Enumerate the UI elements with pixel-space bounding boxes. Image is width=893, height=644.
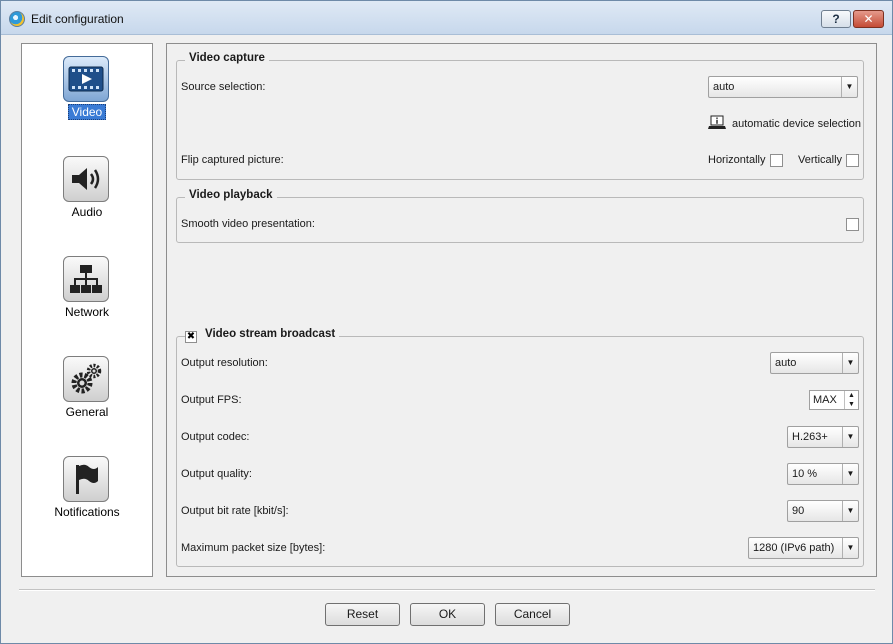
combo-value: 1280 (IPv6 path) — [753, 542, 835, 554]
spin-value: MAX — [813, 394, 837, 406]
sidebar-item-general[interactable]: General — [22, 354, 152, 434]
output-resolution-label: Output resolution: — [181, 357, 268, 369]
flag-icon — [63, 456, 109, 502]
video-playback-group: Video playback Smooth video presentation… — [176, 189, 864, 243]
edit-configuration-dialog: Edit configuration ? ✕ Video Audio Netwo… — [0, 0, 893, 644]
source-selection-label: Source selection: — [181, 81, 266, 93]
output-resolution-combo[interactable]: auto ▼ — [770, 352, 859, 374]
title-bar[interactable]: Edit configuration ? ✕ — [1, 1, 892, 35]
group-title: Video capture — [185, 52, 269, 64]
video-stream-broadcast-group: Video stream broadcast ✖ Output resoluti… — [176, 328, 864, 567]
network-icon — [63, 256, 109, 302]
combo-value: 10 % — [792, 468, 818, 480]
output-fps-label: Output FPS: — [181, 394, 242, 406]
combo-value: H.263+ — [792, 431, 828, 443]
chevron-down-icon: ▼ — [842, 427, 858, 447]
close-button[interactable]: ✕ — [853, 10, 884, 28]
output-bitrate-label: Output bit rate [kbit/s]: — [181, 505, 289, 517]
category-sidebar: Video Audio Network General Notification… — [21, 43, 153, 577]
sidebar-item-audio[interactable]: Audio — [22, 154, 152, 234]
combo-value: 90 — [792, 505, 805, 517]
reset-button[interactable]: Reset — [325, 603, 400, 626]
button-separator — [19, 589, 875, 591]
output-bitrate-combo[interactable]: 90 ▼ — [787, 500, 859, 522]
sidebar-item-label: Notifications — [54, 505, 120, 519]
chevron-down-icon: ▼ — [842, 501, 858, 521]
smooth-video-label: Smooth video presentation: — [181, 218, 315, 230]
cancel-button[interactable]: Cancel — [495, 603, 570, 626]
spin-arrows-icon[interactable]: ▲ ▼ — [844, 391, 858, 409]
source-selection-combo[interactable]: auto ▼ — [708, 76, 858, 98]
chevron-down-icon: ▼ — [842, 353, 858, 373]
sidebar-item-label: Network — [64, 305, 109, 319]
output-fps-spinbox[interactable]: MAX ▲ ▼ — [809, 390, 859, 410]
group-title: Video stream broadcast — [185, 328, 340, 340]
video-film-icon — [63, 56, 109, 102]
sidebar-item-label: Video — [22, 104, 152, 120]
flip-picture-label: Flip captured picture: — [181, 154, 284, 166]
window-title: Edit configuration — [31, 12, 124, 26]
broadcast-title: Video stream broadcast — [205, 328, 336, 340]
chevron-down-icon: ▼ — [842, 538, 858, 558]
app-logo-icon — [9, 11, 25, 27]
output-codec-label: Output codec: — [181, 431, 250, 443]
sidebar-item-video[interactable]: Video — [22, 54, 152, 134]
flip-horizontally-checkbox[interactable] — [770, 154, 783, 167]
sidebar-item-label: General — [65, 405, 109, 419]
gears-icon — [63, 356, 109, 402]
ok-button[interactable]: OK — [410, 603, 485, 626]
sidebar-item-network[interactable]: Network — [22, 254, 152, 334]
combo-value: auto — [775, 357, 797, 369]
output-quality-combo[interactable]: 10 % ▼ — [787, 463, 859, 485]
combo-value: auto — [713, 81, 735, 93]
sidebar-item-notifications[interactable]: Notifications — [22, 454, 152, 534]
laptop-info-icon — [708, 115, 726, 131]
vertically-label: Vertically — [798, 154, 843, 166]
video-capture-group: Video capture Source selection: auto ▼ a… — [176, 52, 864, 180]
chevron-down-icon: ▼ — [841, 77, 857, 97]
sidebar-item-label: Audio — [71, 205, 103, 219]
speaker-icon — [63, 156, 109, 202]
max-packet-size-combo[interactable]: 1280 (IPv6 path) ▼ — [748, 537, 859, 559]
settings-panel: Video capture Source selection: auto ▼ a… — [166, 43, 877, 577]
auto-device-text: automatic device selection — [732, 118, 862, 130]
chevron-down-icon: ▼ — [842, 464, 858, 484]
flip-vertically-checkbox[interactable] — [846, 154, 859, 167]
output-codec-combo[interactable]: H.263+ ▼ — [787, 426, 859, 448]
max-packet-size-label: Maximum packet size [bytes]: — [181, 542, 326, 554]
broadcast-enabled-checkbox[interactable]: ✖ — [185, 331, 197, 343]
help-button[interactable]: ? — [821, 10, 851, 28]
group-title: Video playback — [185, 189, 277, 201]
horizontally-label: Horizontally — [708, 154, 766, 166]
smooth-video-checkbox[interactable] — [846, 218, 859, 231]
output-quality-label: Output quality: — [181, 468, 252, 480]
